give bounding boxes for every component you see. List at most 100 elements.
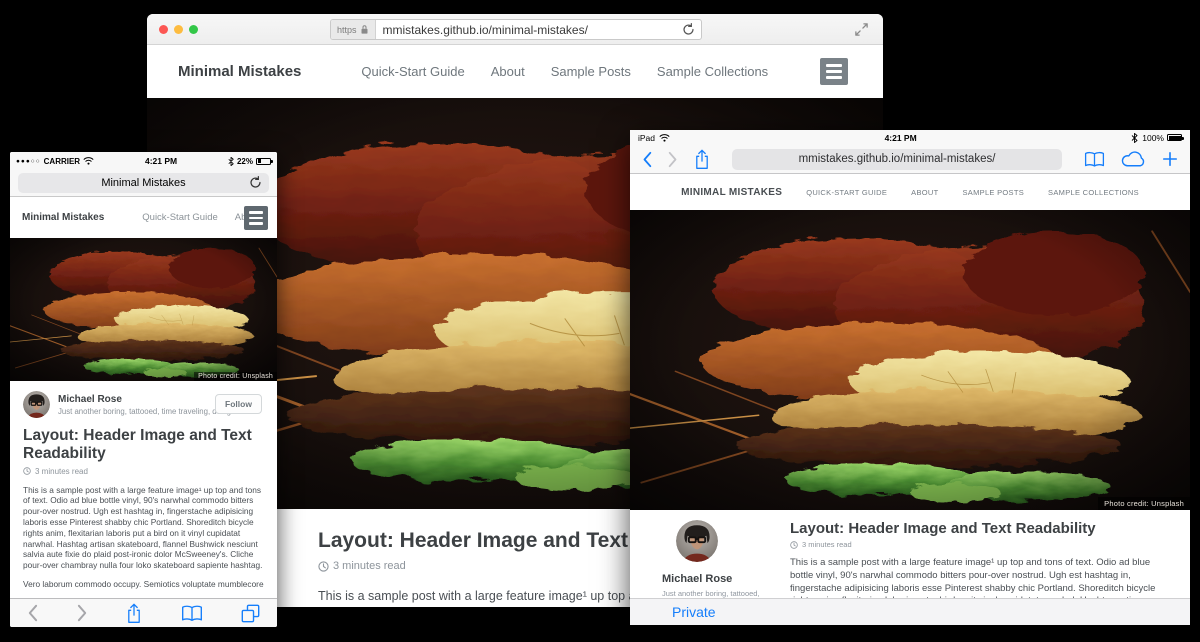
post-body: This is a sample post with a large featu… <box>23 485 264 590</box>
post-paragraph-1: This is a sample post with a large featu… <box>23 485 264 571</box>
status-time: 4:21 PM <box>670 133 1131 143</box>
url-text: mmistakes.github.io/minimal-mistakes/ <box>376 23 682 37</box>
reload-icon[interactable] <box>249 176 262 189</box>
site-brand[interactable]: Minimal Mistakes <box>22 212 104 223</box>
header-image: Photo credit: Unsplash <box>10 238 277 381</box>
header-image: Photo credit: Unsplash <box>630 210 1190 510</box>
site-navbar: MINIMAL MISTAKES QUICK-START GUIDE ABOUT… <box>630 174 1190 210</box>
post-main: Layout: Header Image and Text Readabilit… <box>790 520 1162 598</box>
site-navbar: Minimal Mistakes Quick-Start Guide About <box>10 197 277 238</box>
back-icon[interactable] <box>27 604 38 622</box>
nav-link-sample-collections[interactable]: SAMPLE COLLECTIONS <box>1048 188 1139 197</box>
read-time: 3 minutes read <box>790 540 1162 549</box>
close-window-button[interactable] <box>159 25 168 34</box>
author-name: Michael Rose <box>662 573 790 585</box>
minimize-window-button[interactable] <box>174 25 183 34</box>
author-sidebar: Michael Rose Just another boring, tattoo… <box>662 520 790 598</box>
address-bar[interactable]: https mmistakes.github.io/minimal-mistak… <box>330 19 702 40</box>
site-navbar: Minimal Mistakes Quick-Start Guide About… <box>147 45 883 98</box>
nav-links: Quick-Start Guide About Sample Posts Sam… <box>361 64 768 79</box>
bookmarks-icon[interactable] <box>181 605 203 622</box>
nav-link-sample-posts[interactable]: SAMPLE POSTS <box>963 188 1025 197</box>
post-paragraph-2: Vero laborum commodo occupy. Semiotics v… <box>23 579 264 590</box>
address-bar[interactable]: Minimal Mistakes <box>18 173 269 193</box>
forward-icon[interactable] <box>77 604 88 622</box>
leaves-photo <box>630 210 1190 510</box>
device-label: iPad <box>638 133 655 143</box>
battery-icon <box>256 158 271 165</box>
hamburger-menu-button[interactable] <box>244 206 268 230</box>
expand-icon[interactable] <box>854 22 869 37</box>
zoom-window-button[interactable] <box>189 25 198 34</box>
post-content: Michael Rose Just another boring, tattoo… <box>10 381 277 590</box>
avatar <box>676 520 718 562</box>
read-time: 3 minutes read <box>23 467 264 476</box>
wifi-icon <box>83 157 94 165</box>
signal-dots: ●●●○○ <box>16 158 41 165</box>
https-badge: https <box>331 20 376 39</box>
photo-credit: Photo credit: Unsplash <box>1098 497 1190 510</box>
ipad-status-bar: iPad 4:21 PM 100% <box>630 130 1190 145</box>
safari-urlbar-row: Minimal Mistakes <box>10 170 277 197</box>
carrier-label: CARRIER <box>44 157 80 166</box>
https-label: https <box>337 25 357 35</box>
site-brand[interactable]: Minimal Mistakes <box>178 63 301 80</box>
private-button[interactable]: Private <box>672 604 716 620</box>
address-bar[interactable]: mmistakes.github.io/minimal-mistakes/ <box>732 149 1062 170</box>
site-brand[interactable]: MINIMAL MISTAKES <box>681 187 782 198</box>
tabs-icon[interactable] <box>241 604 260 623</box>
battery-percent: 100% <box>1142 133 1164 143</box>
wifi-icon <box>659 134 670 142</box>
read-time-label: 3 minutes read <box>802 540 852 549</box>
safari-bottom-toolbar <box>10 598 277 627</box>
post-title: Layout: Header Image and Text Readabilit… <box>790 520 1162 537</box>
url-text: mmistakes.github.io/minimal-mistakes/ <box>799 153 996 165</box>
author-bio: Just another boring, tattooed, <box>662 589 790 598</box>
url-title: Minimal Mistakes <box>101 177 185 189</box>
leaves-photo <box>10 238 277 381</box>
safari-toolbar: mmistakes.github.io/minimal-mistakes/ <box>630 145 1190 174</box>
composite-stage: https mmistakes.github.io/minimal-mistak… <box>0 0 1200 642</box>
forward-icon[interactable] <box>668 151 678 168</box>
author-row: Michael Rose Just another boring, tattoo… <box>23 391 264 418</box>
nav-link-sample-posts[interactable]: Sample Posts <box>551 64 631 79</box>
nav-link-quick-start[interactable]: Quick-Start Guide <box>142 212 218 223</box>
lock-icon <box>360 24 369 35</box>
nav-link-quick-start[interactable]: Quick-Start Guide <box>361 64 464 79</box>
read-time-label: 3 minutes read <box>35 467 88 476</box>
back-icon[interactable] <box>642 151 652 168</box>
battery-icon <box>1167 134 1182 141</box>
window-controls <box>159 25 198 34</box>
browser-titlebar: https mmistakes.github.io/minimal-mistak… <box>147 14 883 45</box>
bluetooth-icon <box>228 157 234 166</box>
iphone-status-bar: ●●●○○ CARRIER 4:21 PM 22% <box>10 152 277 170</box>
status-time: 4:21 PM <box>94 156 228 166</box>
follow-button[interactable]: Follow <box>215 394 262 414</box>
share-icon[interactable] <box>694 149 710 170</box>
nav-link-sample-collections[interactable]: Sample Collections <box>657 64 768 79</box>
bookmarks-icon[interactable] <box>1084 151 1105 168</box>
nav-link-quick-start[interactable]: QUICK-START GUIDE <box>806 188 887 197</box>
nav-link-about[interactable]: About <box>491 64 525 79</box>
share-icon[interactable] <box>126 603 142 624</box>
nav-links: Quick-Start Guide About <box>142 212 259 223</box>
hamburger-menu-button[interactable] <box>820 58 848 85</box>
cloud-icon[interactable] <box>1121 151 1146 168</box>
post-content: Michael Rose Just another boring, tattoo… <box>630 510 1190 598</box>
clock-icon <box>790 541 798 549</box>
clock-icon <box>318 561 329 572</box>
new-tab-icon[interactable] <box>1162 151 1178 167</box>
nav-link-about[interactable]: ABOUT <box>911 188 938 197</box>
clock-icon <box>23 467 31 475</box>
post-title: Layout: Header Image and Text Readabilit… <box>23 427 264 463</box>
iphone-safari: ●●●○○ CARRIER 4:21 PM 22% Minimal Mistak… <box>10 152 277 627</box>
bluetooth-icon <box>1131 133 1138 143</box>
ipad-safari: iPad 4:21 PM 100% mmistakes.github.io/mi… <box>630 130 1190 634</box>
battery-percent: 22% <box>237 157 253 166</box>
photo-credit: Photo credit: Unsplash <box>194 372 277 381</box>
read-time-label: 3 minutes read <box>333 560 406 572</box>
private-browsing-bar: Private <box>630 598 1190 625</box>
reload-icon[interactable] <box>682 23 695 36</box>
avatar <box>23 391 50 418</box>
post-body: This is a sample post with a large featu… <box>790 557 1162 598</box>
